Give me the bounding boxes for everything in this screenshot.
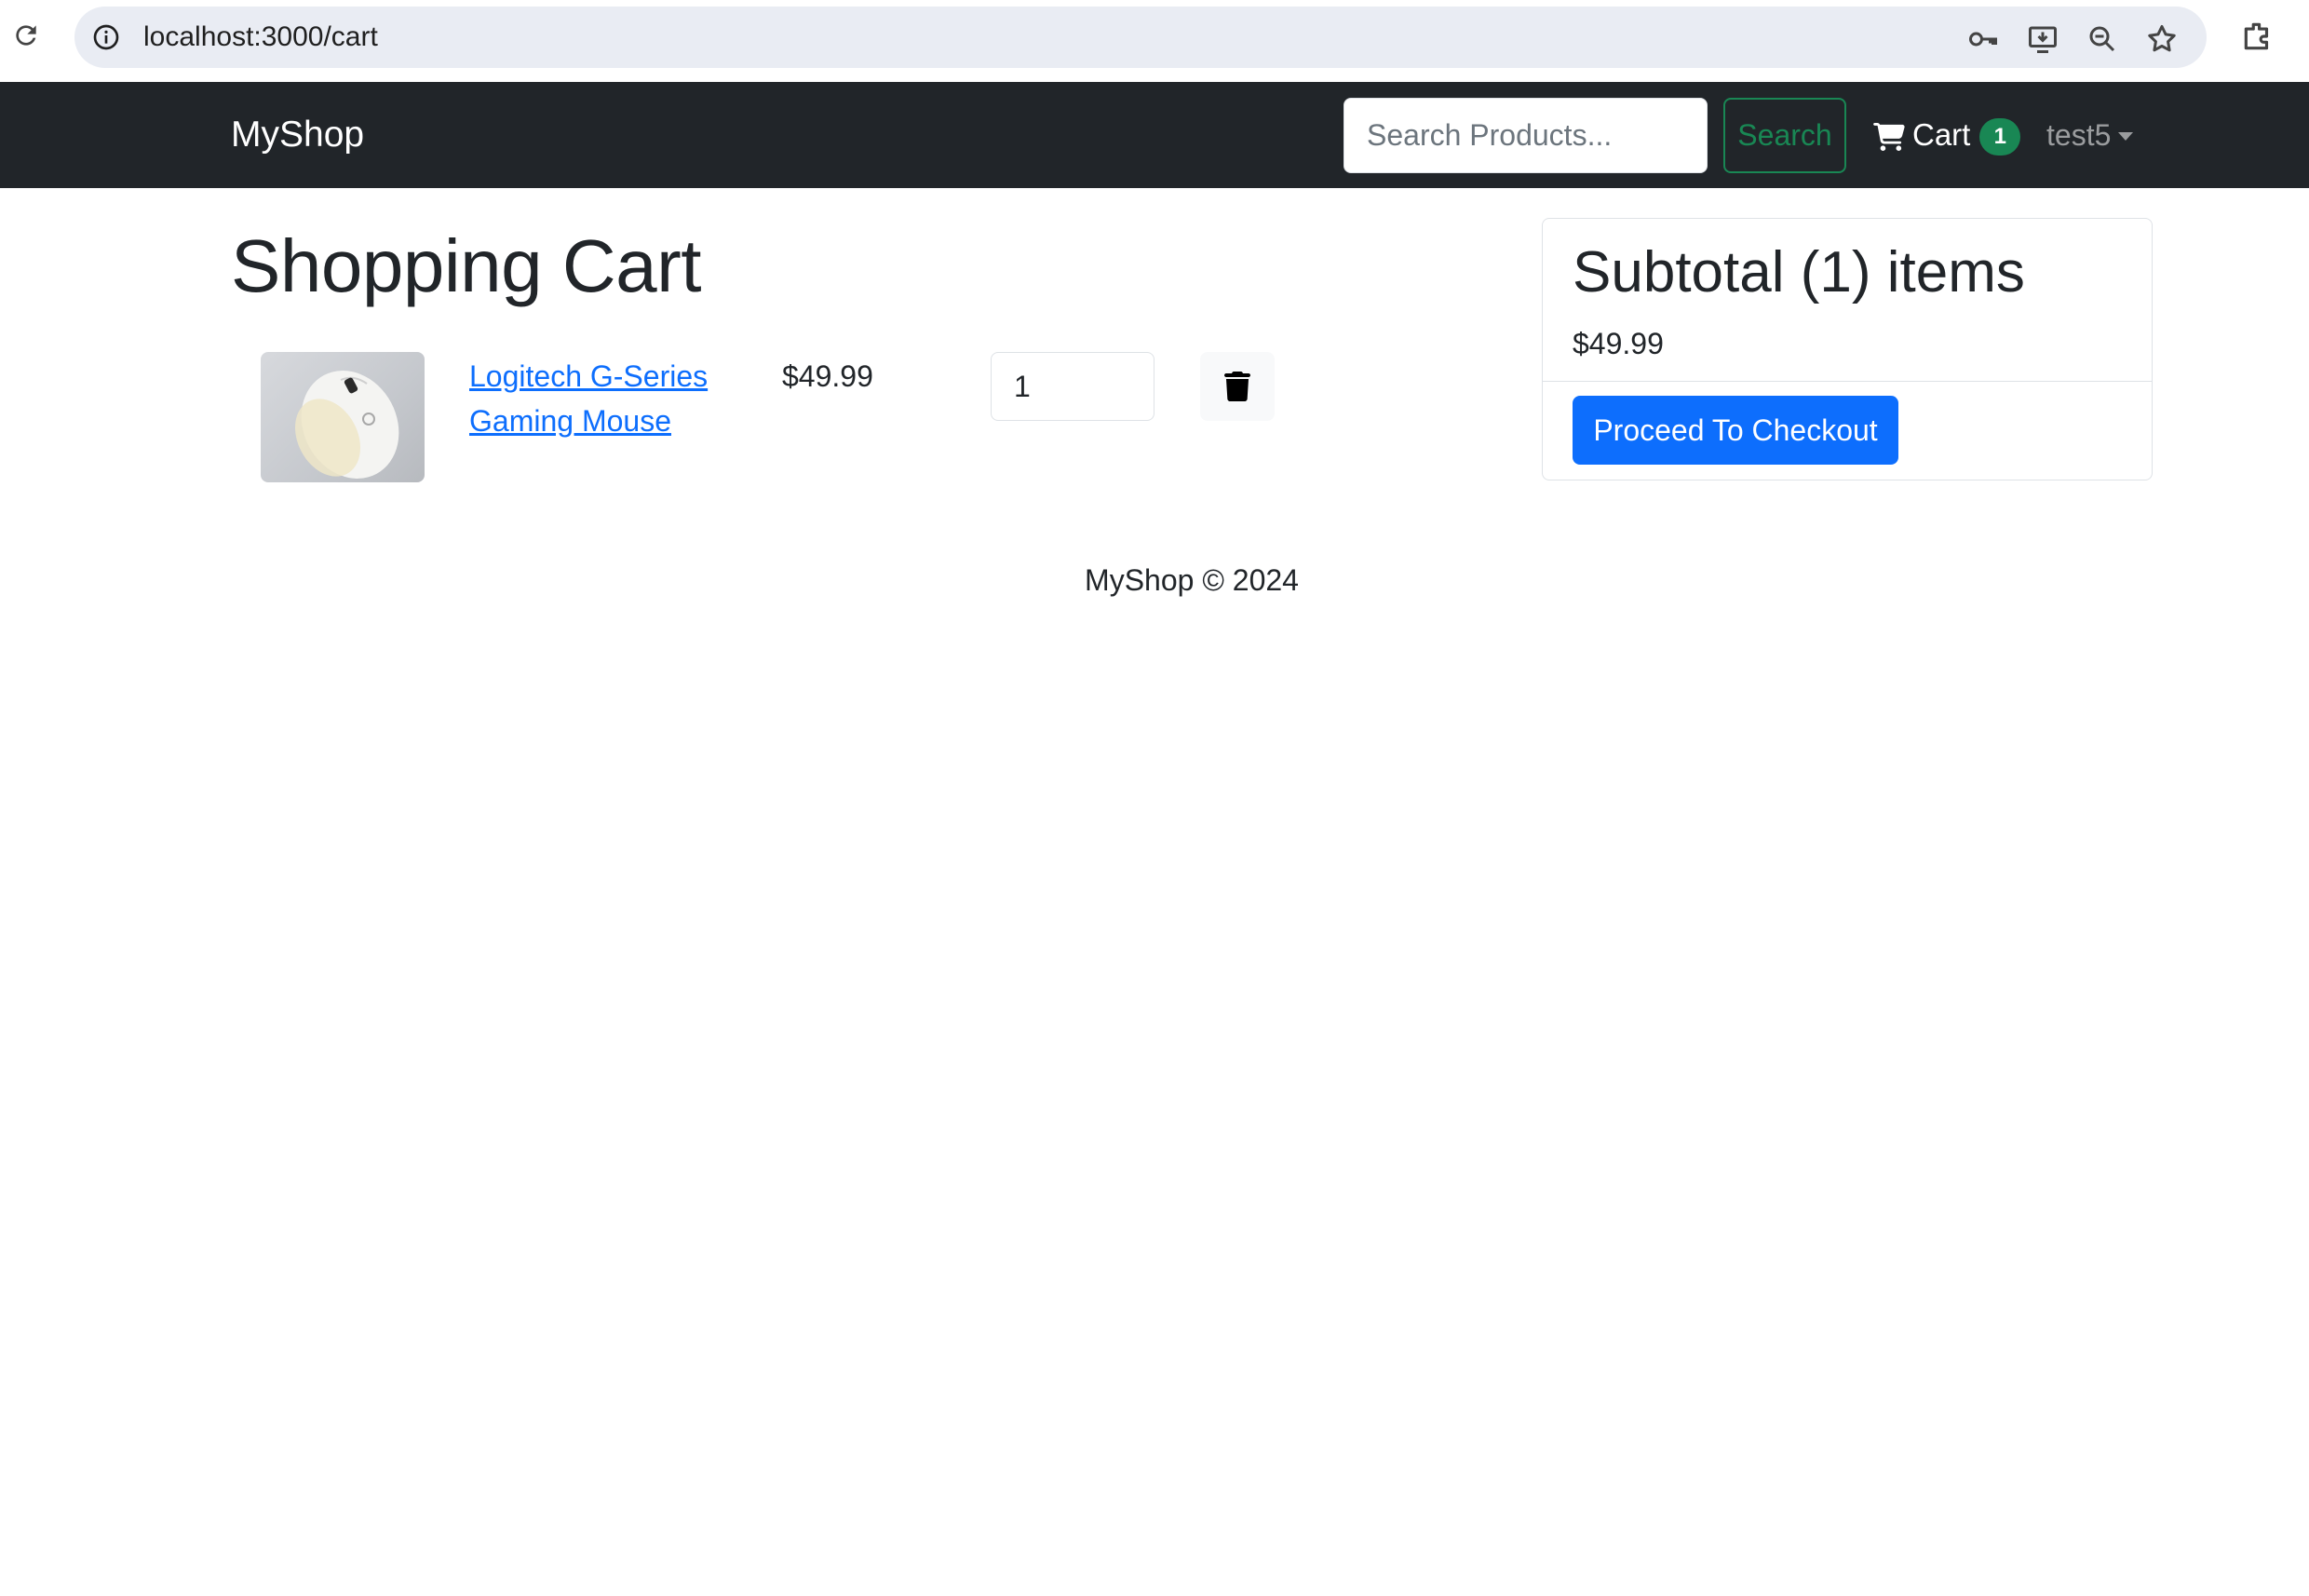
footer: MyShop © 2024 xyxy=(0,557,2309,603)
reload-icon[interactable] xyxy=(11,20,41,50)
browser-toolbar: localhost:3000/cart xyxy=(0,0,2309,82)
zoom-icon[interactable] xyxy=(2086,22,2119,56)
divider xyxy=(1543,381,2152,382)
navbar: MyShop Search Cart 1 test5 xyxy=(0,82,2309,188)
product-image xyxy=(261,352,425,482)
install-app-icon[interactable] xyxy=(2026,22,2059,56)
site-info-icon[interactable] xyxy=(91,22,121,52)
brand-logo[interactable]: MyShop xyxy=(231,82,364,188)
search-input[interactable] xyxy=(1344,98,1708,173)
chevron-down-icon xyxy=(2118,131,2134,141)
user-name: test5 xyxy=(2046,117,2112,152)
subtotal-heading: Subtotal (1) items xyxy=(1573,240,2025,304)
trash-icon xyxy=(1224,372,1250,401)
key-icon[interactable] xyxy=(1966,22,2000,56)
order-summary-card: Subtotal (1) items $49.99 Proceed To Che… xyxy=(1542,218,2153,480)
bookmark-star-icon[interactable] xyxy=(2145,22,2179,56)
mouse-product-icon xyxy=(294,371,399,479)
search-button[interactable]: Search xyxy=(1723,98,1846,173)
extensions-icon[interactable] xyxy=(2240,19,2275,54)
cart-label: Cart xyxy=(1912,117,1971,152)
address-bar[interactable]: localhost:3000/cart xyxy=(74,7,2207,68)
subtotal-amount: $49.99 xyxy=(1573,327,1664,360)
item-price: $49.99 xyxy=(782,359,873,393)
user-dropdown[interactable]: test5 xyxy=(2046,82,2134,188)
remove-item-button[interactable] xyxy=(1200,352,1275,421)
page-title: Shopping Cart xyxy=(231,224,701,307)
cart-item-row: Logitech G-Series Gaming Mouse $49.99 xyxy=(261,352,1303,482)
cart-count-badge: 1 xyxy=(1979,118,2021,156)
cart-link[interactable]: Cart 1 xyxy=(1873,82,2021,188)
proceed-to-checkout-button[interactable]: Proceed To Checkout xyxy=(1573,396,1898,465)
copyright-text: MyShop © 2024 xyxy=(1085,563,1299,597)
url-text[interactable]: localhost:3000/cart xyxy=(143,7,378,68)
product-name-link[interactable]: Logitech G-Series Gaming Mouse xyxy=(469,354,739,443)
quantity-select[interactable] xyxy=(991,352,1154,421)
shopping-cart-icon xyxy=(1873,123,1905,151)
